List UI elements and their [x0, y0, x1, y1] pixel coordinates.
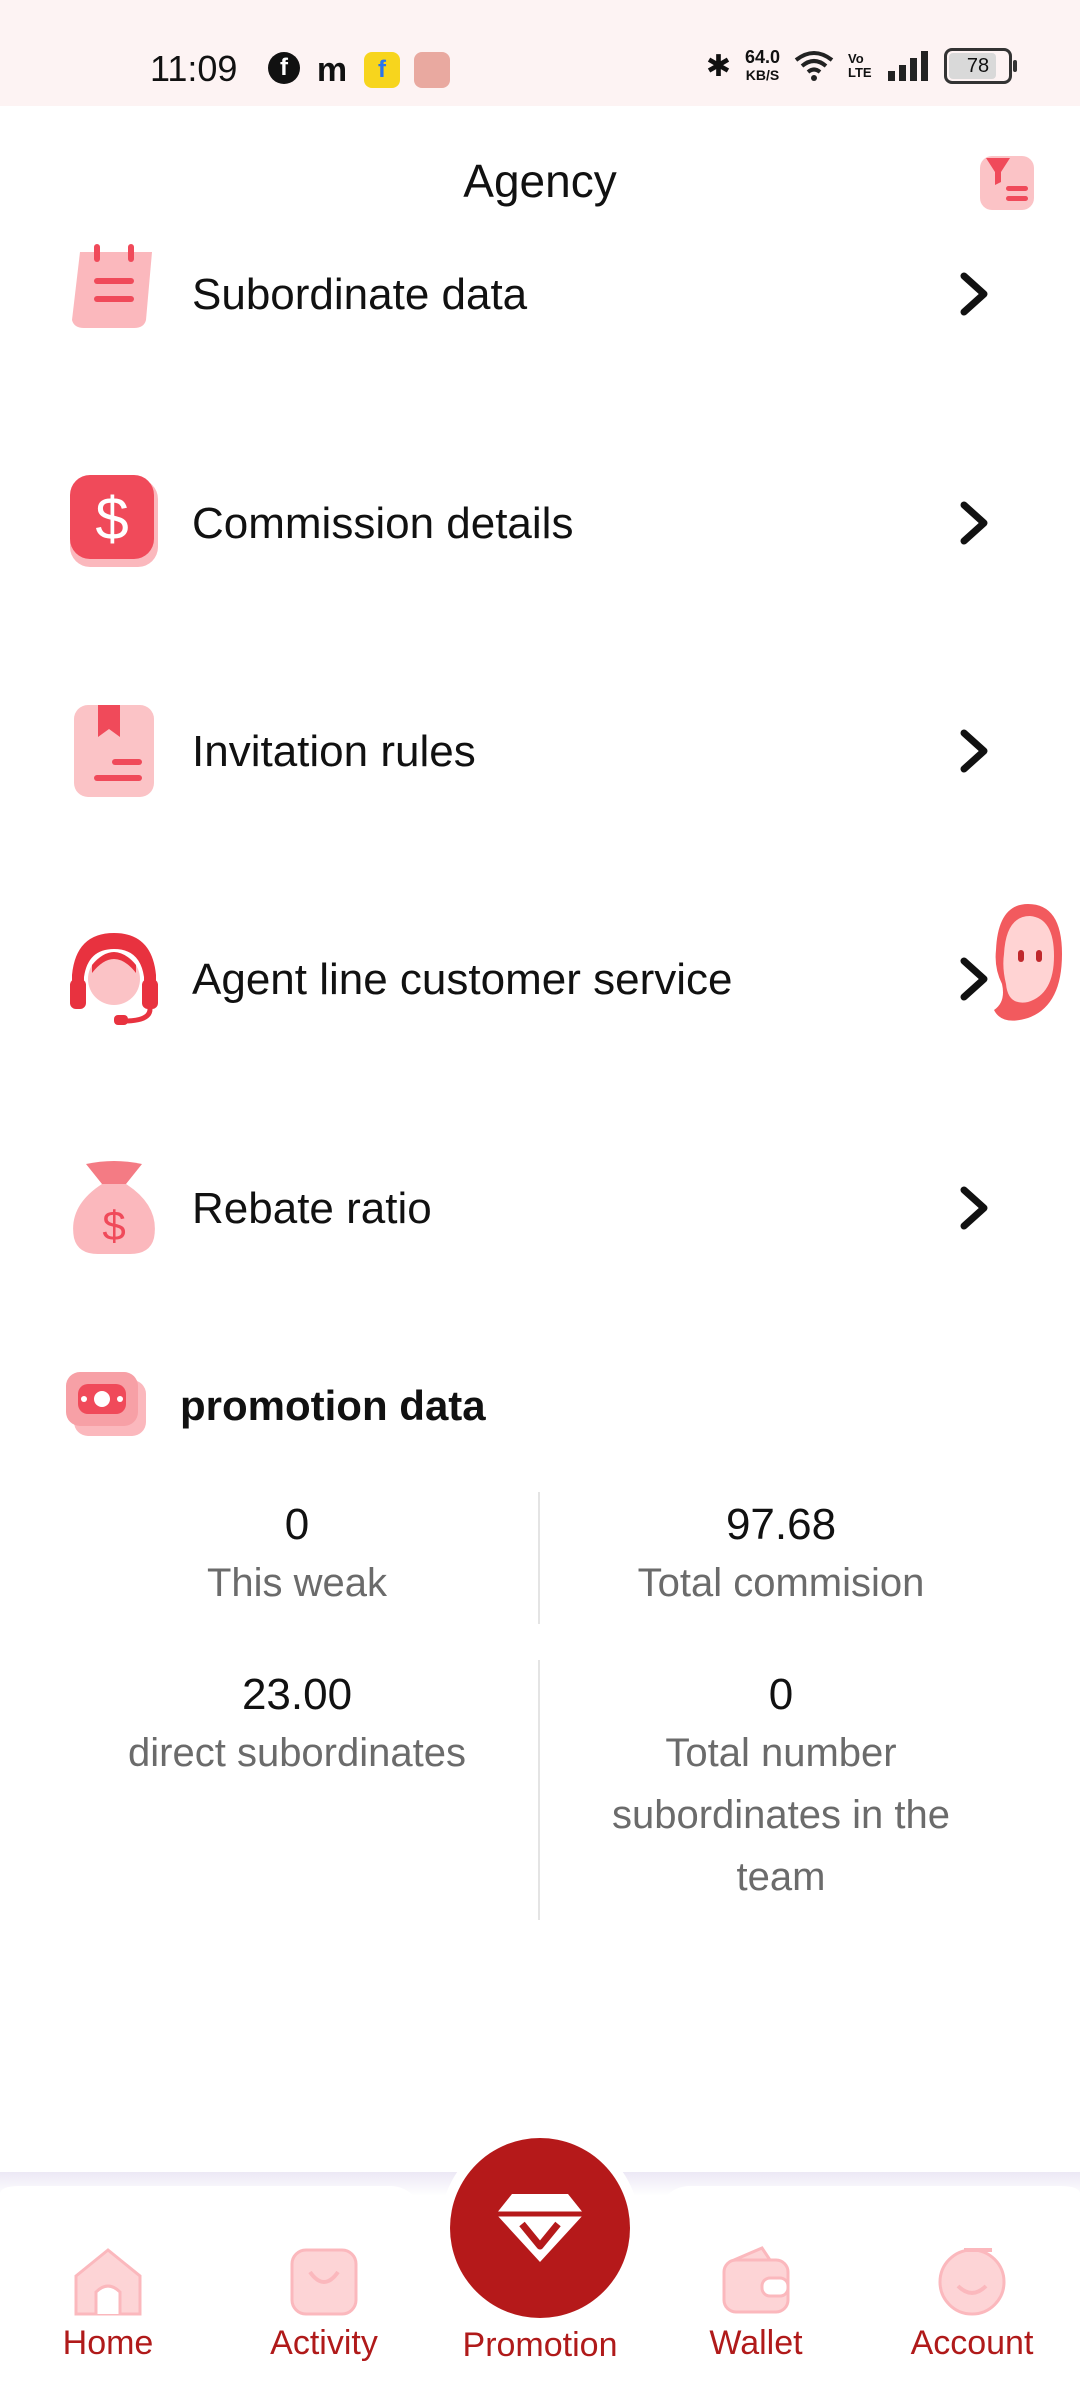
- wallet-icon: [722, 2246, 790, 2314]
- filter-list-icon[interactable]: [976, 152, 1038, 214]
- nav-promotion-button[interactable]: [450, 2138, 630, 2318]
- floating-chat-bubble-icon[interactable]: [988, 898, 1066, 1026]
- ticket-icon: [66, 1372, 146, 1436]
- stat-value: 97.68: [725, 1500, 837, 1549]
- nav-account[interactable]: Account: [882, 2242, 1062, 2363]
- stat-total-commission: 97.68 Total commision: [540, 1500, 1022, 1614]
- notification-icons: f m f: [268, 50, 450, 89]
- menu-label: Invitation rules: [192, 727, 476, 776]
- headset-icon: [70, 933, 158, 1025]
- stat-value: 0: [284, 1500, 310, 1549]
- stats-divider: [538, 1660, 540, 1920]
- stat-label: Total commision: [637, 1561, 925, 1605]
- wifi-icon: [794, 51, 834, 81]
- stat-value: 0: [768, 1670, 794, 1719]
- game-app-icon: [414, 52, 450, 88]
- stat-value: 23.00: [241, 1670, 353, 1719]
- promotion-data-header: promotion data: [64, 1368, 964, 1438]
- nav-wallet[interactable]: Wallet: [666, 2242, 846, 2363]
- nav-label: Activity: [270, 2324, 378, 2362]
- money-bag-icon: $: [73, 1161, 155, 1254]
- stat-label: This weak: [206, 1561, 388, 1605]
- status-right-icons: ✱ 64.0 KB/S Vo LTE 78: [705, 47, 1017, 84]
- nav-label: Wallet: [709, 2324, 803, 2362]
- menu-invitation-rules[interactable]: Invitation rules: [0, 693, 1080, 813]
- menu-commission-details[interactable]: $ Commission details: [0, 465, 1080, 585]
- chevron-right-icon: [960, 501, 988, 545]
- svg-text:$: $: [102, 1202, 125, 1249]
- diamond-icon: [496, 2194, 584, 2262]
- chevron-right-icon: [960, 729, 988, 773]
- menu-label: Commission details: [192, 499, 574, 548]
- m-app-icon: m: [316, 50, 348, 89]
- bottom-navigation: Home Activity Promotion Wallet Account: [0, 2138, 1080, 2400]
- page-title: Agency: [463, 155, 617, 207]
- status-bar: 11:09 f m f ✱ 64.0 KB/S Vo LTE 78: [0, 0, 1080, 106]
- signal-icon: [888, 51, 928, 81]
- home-icon: [74, 2248, 142, 2316]
- menu-label: Subordinate data: [192, 270, 528, 319]
- stat-label: direct subordinates: [128, 1731, 466, 1775]
- menu-rebate-ratio[interactable]: $ Rebate ratio: [0, 1150, 1080, 1270]
- stat-label: Total number subordinates in the team: [611, 1731, 950, 1899]
- facebook-icon: f: [268, 52, 300, 84]
- nav-label: Account: [910, 2324, 1034, 2362]
- nav-label: Promotion: [462, 2326, 618, 2364]
- shopping-bag-icon: [290, 2248, 358, 2316]
- network-speed: 64.0 KB/S: [744, 47, 780, 83]
- dollar-icon: $: [70, 475, 158, 567]
- status-time: 11:09: [150, 48, 238, 89]
- svg-text:$: $: [95, 485, 128, 552]
- bluetooth-icon: ✱: [705, 49, 731, 83]
- menu-label: Rebate ratio: [192, 1184, 432, 1233]
- document-icon: [74, 705, 154, 797]
- section-title: promotion data: [180, 1382, 486, 1429]
- stat-direct-subordinates: 23.00 direct subordinates: [56, 1670, 538, 1784]
- volte-icon: Vo LTE: [848, 51, 872, 80]
- chevron-right-icon: [960, 272, 988, 316]
- stat-this-week: 0 This weak: [56, 1500, 538, 1614]
- clipboard-icon: [72, 244, 152, 328]
- smiley-face-icon: [938, 2248, 1006, 2316]
- stat-team-subordinates: 0 Total number subordinates in the team: [570, 1670, 992, 1908]
- flipkart-icon: f: [364, 52, 400, 88]
- menu-subordinate-data[interactable]: Subordinate data: [0, 236, 1080, 356]
- nav-label: Home: [62, 2324, 154, 2362]
- nav-activity[interactable]: Activity: [234, 2242, 414, 2363]
- menu-agent-customer-service[interactable]: Agent line customer service: [0, 921, 1080, 1041]
- nav-home[interactable]: Home: [18, 2242, 198, 2363]
- battery-icon: 78: [944, 48, 1017, 84]
- menu-label: Agent line customer service: [192, 955, 733, 1004]
- chevron-right-icon: [960, 1186, 988, 1230]
